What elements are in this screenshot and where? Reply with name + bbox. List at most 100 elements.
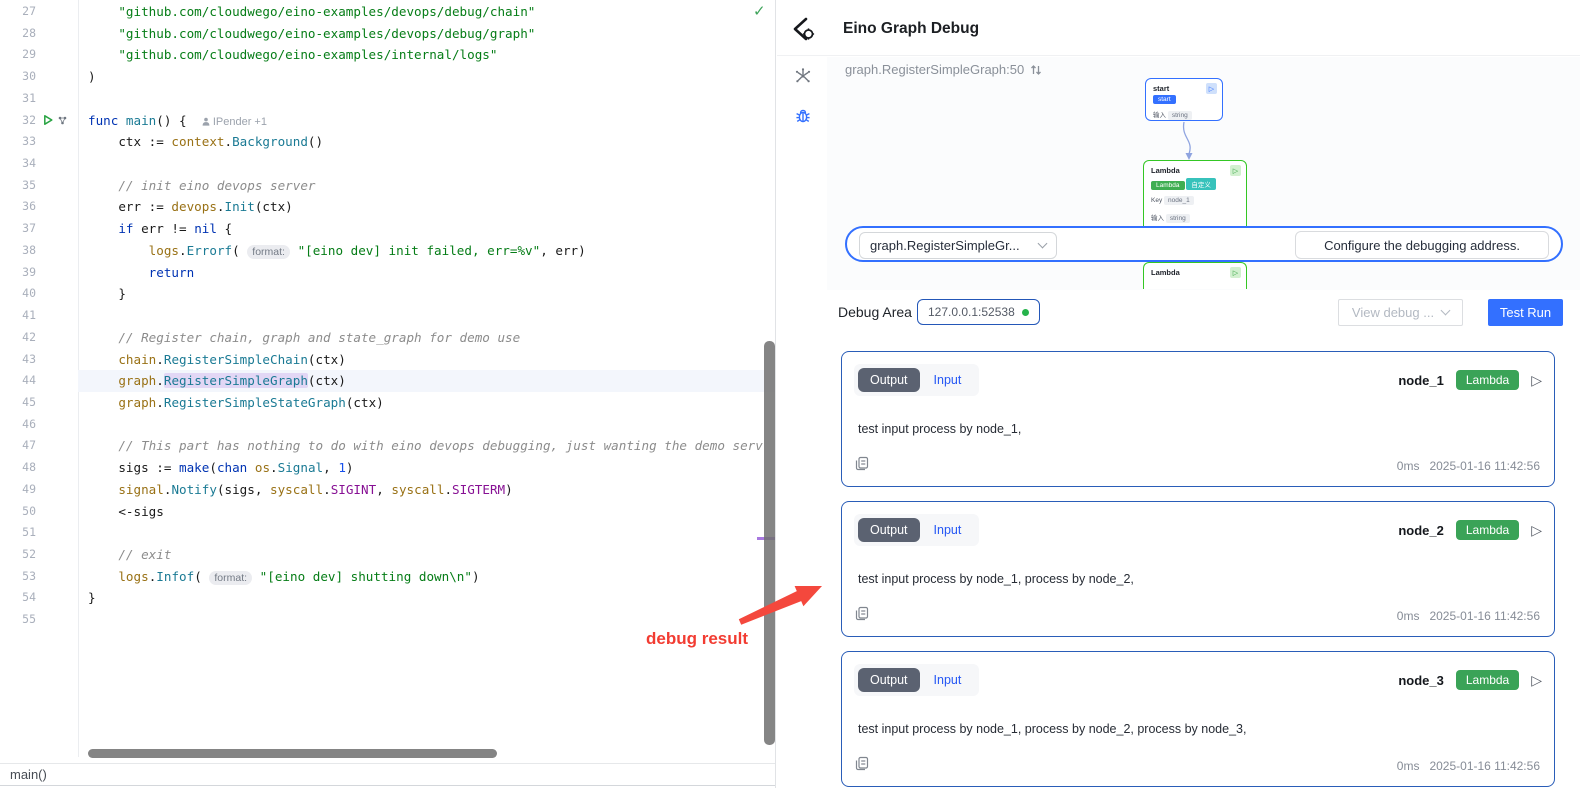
code-editor[interactable]: 27 "github.com/cloudwego/eino-examples/d…: [0, 0, 776, 788]
node-play-icon[interactable]: ▷: [1230, 267, 1241, 278]
graph-node-partial[interactable]: Lambda ▷: [1143, 262, 1247, 289]
code-line[interactable]: 45 graph.RegisterSimpleStateGraph(ctx): [0, 392, 775, 414]
code-line[interactable]: 43 chain.RegisterSimpleChain(ctx): [0, 349, 775, 371]
code-line[interactable]: 37 if err != nil {: [0, 218, 775, 240]
copy-icon[interactable]: [855, 456, 869, 476]
tab-output[interactable]: Output: [858, 668, 920, 692]
code-line[interactable]: 49 signal.Notify(sigs, syscall.SIGINT, s…: [0, 479, 775, 501]
graph-edge: [1172, 120, 1212, 165]
run-node-icon[interactable]: ▷: [1531, 522, 1542, 539]
code-line[interactable]: 33 ctx := context.Background(): [0, 131, 775, 153]
node-tag: start: [1153, 95, 1176, 104]
copy-icon[interactable]: [855, 606, 869, 626]
duration: 0ms: [1397, 609, 1420, 623]
debug-result-card: Output Input node_3 Lambda ▷ test input …: [841, 651, 1555, 787]
view-debug-dropdown[interactable]: View debug ...: [1338, 299, 1463, 326]
gutter-icons: [36, 522, 78, 544]
node-play-icon[interactable]: ▷: [1206, 83, 1217, 94]
code-line[interactable]: 52 // exit: [0, 544, 775, 566]
code-text: [78, 153, 775, 175]
code-line[interactable]: 35 // init eino devops server: [0, 175, 775, 197]
timestamp: 2025-01-16 11:42:56: [1429, 459, 1540, 473]
line-number: 40: [0, 283, 36, 305]
tab-output[interactable]: Output: [858, 518, 920, 542]
configure-address-label: Configure the debugging address.: [1324, 238, 1520, 253]
code-line[interactable]: 36 err := devops.Init(ctx): [0, 196, 775, 218]
code-line[interactable]: 55: [0, 609, 775, 631]
gutter-icons: [36, 479, 78, 501]
code-text: if err != nil {: [78, 218, 775, 240]
run-node-icon[interactable]: ▷: [1531, 672, 1542, 689]
run-node-icon[interactable]: ▷: [1531, 372, 1542, 389]
code-line[interactable]: 41: [0, 305, 775, 327]
inspection-ok-icon[interactable]: ✓: [753, 2, 766, 20]
code-line[interactable]: 39 return: [0, 262, 775, 284]
code-line[interactable]: 30): [0, 66, 775, 88]
code-line[interactable]: 51: [0, 522, 775, 544]
code-line[interactable]: 47 // This part has nothing to do with e…: [0, 435, 775, 457]
code-text: logs.Infof( format: "[eino dev] shutting…: [78, 566, 775, 588]
input-type: string: [1168, 111, 1192, 120]
gutter-icons: [36, 262, 78, 284]
gutter-icons: [36, 153, 78, 175]
tab-input[interactable]: Input: [934, 373, 962, 387]
code-text: // Register chain, graph and state_graph…: [78, 327, 775, 349]
line-number: 45: [0, 392, 36, 414]
gutter-icons: [36, 175, 78, 197]
line-number: 33: [0, 131, 36, 153]
code-line[interactable]: 28 "github.com/cloudwego/eino-examples/d…: [0, 23, 775, 45]
horizontal-scrollbar[interactable]: [88, 749, 497, 758]
eino-debug-panel: Eino Graph Debug: [777, 0, 1580, 788]
code-line[interactable]: 32func main() { IPender +1: [0, 110, 775, 132]
code-line[interactable]: 50 <-sigs: [0, 501, 775, 523]
node-title: start: [1153, 84, 1169, 93]
card-footer: 0ms2025-01-16 11:42:56: [855, 756, 1540, 776]
sort-icon[interactable]: [1029, 63, 1043, 77]
node-name: node_1: [1398, 373, 1444, 388]
graph-node-start[interactable]: start ▷ start 输入 string: [1145, 78, 1223, 121]
node-play-icon[interactable]: ▷: [1230, 165, 1241, 176]
code-line[interactable]: 53 logs.Infof( format: "[eino dev] shutt…: [0, 566, 775, 588]
line-number: 37: [0, 218, 36, 240]
code-line[interactable]: 48 sigs := make(chan os.Signal, 1): [0, 457, 775, 479]
vertical-scrollbar[interactable]: [764, 341, 775, 745]
gutter-icons: [36, 327, 78, 349]
debug-address: 127.0.0.1:52538: [928, 305, 1015, 319]
app-window: 27 "github.com/cloudwego/eino-examples/d…: [0, 0, 1580, 788]
graph-title: graph.RegisterSimpleGraph:50: [845, 62, 1024, 77]
tab-input[interactable]: Input: [934, 673, 962, 687]
chevron-down-icon: [1038, 239, 1048, 249]
code-line[interactable]: 42 // Register chain, graph and state_gr…: [0, 327, 775, 349]
code-text: // init eino devops server: [78, 175, 775, 197]
debug-address-badge[interactable]: 127.0.0.1:52538: [917, 299, 1040, 325]
code-line[interactable]: 34: [0, 153, 775, 175]
code-line[interactable]: 31: [0, 88, 775, 110]
graph-nodes-icon[interactable]: [793, 66, 813, 86]
debug-bug-icon[interactable]: [793, 106, 813, 126]
gutter-icons[interactable]: [36, 110, 78, 132]
breadcrumb[interactable]: main(): [0, 763, 776, 786]
line-number: 48: [0, 457, 36, 479]
test-run-button[interactable]: Test Run: [1488, 299, 1563, 326]
code-line[interactable]: 40 }: [0, 283, 775, 305]
code-line[interactable]: 54}: [0, 587, 775, 609]
breadcrumb-label: main(): [10, 767, 47, 782]
gutter-icons: [36, 44, 78, 66]
tab-output[interactable]: Output: [858, 368, 920, 392]
line-number: 28: [0, 23, 36, 45]
line-number: 36: [0, 196, 36, 218]
code-line[interactable]: 29 "github.com/cloudwego/eino-examples/i…: [0, 44, 775, 66]
code-line[interactable]: 27 "github.com/cloudwego/eino-examples/d…: [0, 1, 775, 23]
code-line[interactable]: 38 logs.Errorf( format: "[eino dev] init…: [0, 240, 775, 262]
status-dot-icon: [1022, 309, 1029, 316]
configure-address-button[interactable]: Configure the debugging address.: [1295, 231, 1549, 259]
node-title: Lambda: [1151, 268, 1180, 277]
graph-selector-dropdown[interactable]: graph.RegisterSimpleGr...: [859, 232, 1057, 259]
code-line[interactable]: 46: [0, 414, 775, 436]
code-line[interactable]: 44 graph.RegisterSimpleGraph(ctx): [0, 370, 775, 392]
node-type-badge: Lambda: [1456, 670, 1519, 690]
tab-input[interactable]: Input: [934, 523, 962, 537]
copy-icon[interactable]: [855, 756, 869, 776]
line-number: 27: [0, 1, 36, 23]
code-lines[interactable]: 27 "github.com/cloudwego/eino-examples/d…: [0, 1, 775, 631]
